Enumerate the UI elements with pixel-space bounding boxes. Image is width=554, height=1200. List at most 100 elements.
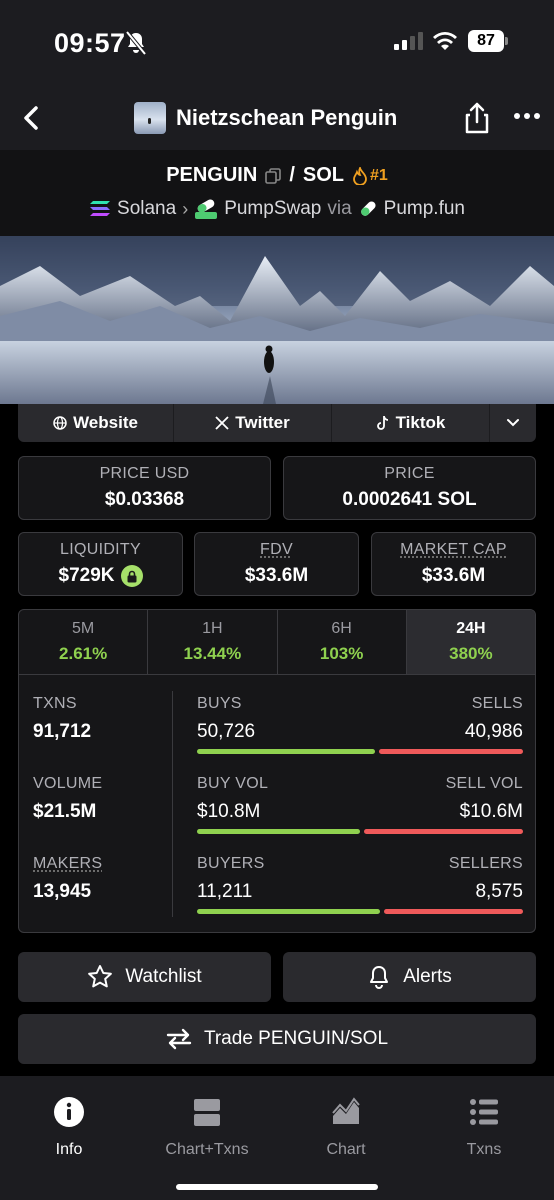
txns-label: TXNS: [33, 695, 77, 712]
x-logo-icon: [215, 416, 229, 430]
tab-change: 103%: [319, 644, 364, 663]
buys-sells-ratio-bar: [197, 749, 523, 754]
pair-separator: /: [289, 164, 295, 186]
liquidity-value: $729K: [58, 565, 115, 586]
trade-label: Trade PENGUIN/SOL: [203, 1028, 389, 1049]
price-usd-label: PRICE USD: [99, 465, 190, 482]
more-dots-icon[interactable]: [512, 104, 542, 128]
twitter-button[interactable]: Twitter: [174, 404, 332, 442]
buy-vol-value: $10.8M: [197, 801, 261, 822]
buys-sells-stat: BUYS SELLS 50,726 40,986: [197, 695, 523, 754]
chain-link[interactable]: Solana: [117, 198, 176, 220]
pair-name: PENGUIN / SOL #1: [0, 164, 554, 187]
market-cap-label[interactable]: MARKET CAP: [400, 541, 507, 558]
lock-icon[interactable]: [120, 565, 143, 587]
tab-label: 5M: [72, 620, 95, 637]
makers-label[interactable]: MAKERS: [33, 855, 102, 872]
website-button[interactable]: Website: [18, 404, 174, 442]
tab-txns[interactable]: Txns: [424, 1096, 544, 1159]
sellers-label: SELLERS: [448, 855, 523, 872]
sell-bar: [383, 909, 523, 914]
txns-value: 91,712: [33, 721, 92, 742]
sells-value: 40,986: [464, 721, 523, 742]
quote-symbol: SOL: [302, 164, 344, 186]
sell-vol-value: $10.6M: [459, 801, 523, 822]
pair-header: PENGUIN / SOL #1 Solana › PumpSwap via P…: [0, 150, 554, 236]
tab-info[interactable]: Info: [9, 1096, 129, 1159]
website-label: Website: [73, 413, 138, 432]
tab-5m[interactable]: 5M 2.61%: [19, 610, 149, 674]
sell-bar: [363, 829, 523, 834]
tiktok-button[interactable]: Tiktok: [332, 404, 490, 442]
wifi-icon: [433, 32, 457, 50]
tab-chart-txns[interactable]: Chart+Txns: [147, 1096, 267, 1159]
cellular-signal-icon: [394, 32, 423, 50]
copy-icon[interactable]: [265, 167, 282, 184]
tab-label: 6H: [331, 620, 352, 637]
buyers-sellers-stat: BUYERS SELLERS 11,211 8,575: [197, 855, 523, 914]
transaction-stats-panel: TXNS 91,712 VOLUME $21.5M MAKERS 13,945 …: [18, 675, 536, 933]
tab-chart[interactable]: Chart: [286, 1096, 406, 1159]
tab-24h[interactable]: 24H 380%: [406, 610, 535, 674]
fdv-card: FDV $33.6M: [194, 532, 359, 596]
price-native-value: 0.0002641 SOL: [342, 489, 477, 510]
swap-arrows-icon: [166, 1028, 192, 1050]
pumpfun-pill-icon: [360, 201, 376, 216]
pair-route: Solana › PumpSwap via Pump.fun: [0, 198, 554, 220]
chevron-right-icon: ›: [182, 198, 189, 219]
trade-button[interactable]: Trade PENGUIN/SOL: [18, 1014, 536, 1064]
status-bar: 09:57 87: [0, 0, 554, 88]
via-label: via: [327, 198, 352, 219]
star-icon: [88, 965, 113, 988]
base-symbol: PENGUIN: [166, 164, 258, 186]
dex-link[interactable]: PumpSwap: [224, 198, 321, 220]
battery-icon: 87: [468, 30, 504, 52]
liquidity-card: LIQUIDITY $729K: [18, 532, 183, 596]
buys-value: 50,726: [197, 721, 256, 742]
volume-value: $21.5M: [33, 801, 97, 822]
token-banner-image: [0, 236, 554, 404]
buyers-label: BUYERS: [197, 855, 265, 872]
sell-bar: [379, 749, 523, 754]
price-native-label: PRICE: [384, 465, 435, 482]
fdv-value: $33.6M: [244, 565, 309, 586]
liquidity-label: LIQUIDITY: [60, 541, 141, 558]
home-indicator: [176, 1184, 378, 1190]
token-avatar: [134, 102, 166, 134]
buy-bar: [197, 829, 360, 834]
solana-icon: [90, 201, 111, 216]
tab-change: 380%: [449, 644, 493, 663]
bottom-tab-bar: Info Chart+Txns Chart Txns: [0, 1076, 554, 1200]
twitter-label: Twitter: [235, 413, 290, 432]
bell-muted-icon: [125, 30, 147, 56]
tab-label: 1H: [202, 620, 223, 637]
watchlist-button[interactable]: Watchlist: [18, 952, 271, 1002]
social-links-bar: Website Twitter Tiktok: [18, 404, 536, 442]
price-native-card: PRICE 0.0002641 SOL: [283, 456, 536, 520]
sells-label: SELLS: [471, 695, 523, 712]
alerts-button[interactable]: Alerts: [283, 952, 536, 1002]
trending-rank[interactable]: #1: [352, 166, 388, 185]
tab-6h[interactable]: 6H 103%: [278, 610, 407, 674]
volume-stat: VOLUME $21.5M: [33, 775, 102, 823]
list-icon: [470, 1099, 498, 1125]
bell-icon: [370, 966, 389, 989]
tab-label: 24H: [456, 620, 486, 637]
share-icon[interactable]: [460, 100, 494, 136]
alerts-label: Alerts: [403, 966, 452, 987]
tab-1h[interactable]: 1H 13.44%: [148, 610, 278, 674]
liquidity-value-row: $729K: [19, 565, 182, 587]
launchpad-link[interactable]: Pump.fun: [384, 198, 465, 220]
more-links-button[interactable]: [490, 404, 536, 442]
buyers-value: 11,211: [197, 881, 253, 902]
timeframe-tabs: 5M 2.61% 1H 13.44% 6H 103% 24H 380%: [18, 609, 536, 675]
buy-vol-label: BUY VOL: [197, 775, 269, 792]
txns-stat: TXNS 91,712: [33, 695, 91, 743]
tab-change: 2.61%: [59, 644, 108, 663]
back-chevron-icon[interactable]: [14, 100, 48, 136]
fdv-label[interactable]: FDV: [260, 541, 293, 558]
price-usd-value: $0.03368: [104, 489, 185, 510]
market-cap-card: MARKET CAP $33.6M: [371, 532, 536, 596]
flame-icon: [353, 166, 367, 185]
tiktok-icon: [376, 415, 388, 430]
